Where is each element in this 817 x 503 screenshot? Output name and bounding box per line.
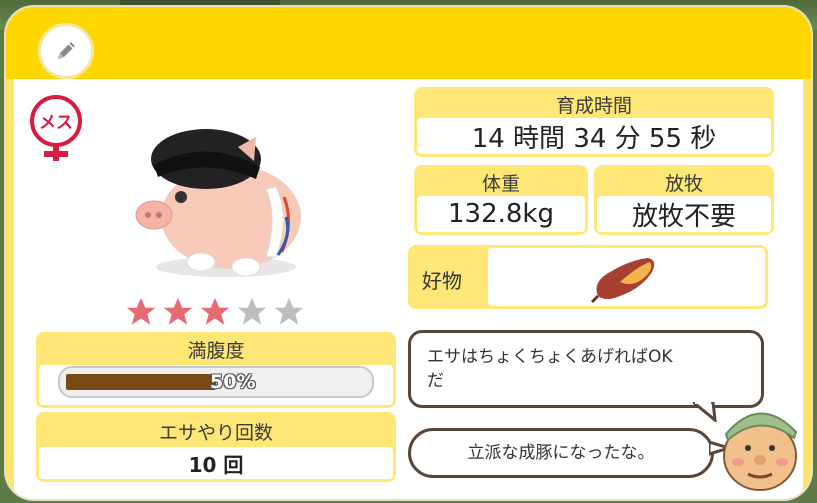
- favorite-food-card: 好物: [408, 245, 768, 309]
- speech-bubble-hint: エサはちょくちょくあげればOK だ: [408, 330, 764, 408]
- edit-name-button[interactable]: [38, 23, 94, 79]
- rating-stars: [124, 295, 306, 329]
- growth-time-label: 育成時間: [555, 95, 632, 117]
- star-empty-icon: [237, 297, 267, 325]
- star-filled-icon: [163, 297, 193, 325]
- fullness-bar: 50%: [58, 366, 374, 398]
- feed-count-value: 10 回: [39, 447, 393, 479]
- star-filled-icon: [200, 297, 230, 325]
- panel-rim-left: [6, 79, 14, 499]
- feed-count-label: エサやり回数: [158, 422, 273, 444]
- feed-count-card: エサやり回数 10 回: [36, 412, 396, 482]
- growth-time-value: 14 時間 34 分 55 秒: [417, 118, 771, 154]
- pig-character-image: [135, 129, 301, 277]
- speech-bubble-comment: 立派な成豚になったな。: [408, 428, 714, 478]
- hint-text: エサはちょくちょくあげればOK だ: [427, 347, 673, 391]
- grazing-value: 放牧不要: [597, 196, 771, 232]
- farmer-avatar-image: [723, 412, 798, 491]
- speech-bubble-tail: [693, 402, 717, 422]
- comment-text: 立派な成豚になったな。: [467, 443, 655, 463]
- star-empty-icon: [274, 297, 304, 325]
- sweet-potato-icon: [590, 258, 655, 304]
- weight-value: 132.8kg: [417, 196, 585, 232]
- pencil-icon: [58, 42, 75, 59]
- star-filled-icon: [126, 297, 156, 325]
- fullness-bar-fill: [66, 374, 216, 390]
- fullness-card: 満腹度 50%: [36, 332, 396, 408]
- weight-card: 体重 132.8kg: [414, 165, 588, 235]
- fullness-label: 満腹度: [187, 340, 245, 362]
- favorite-food-label: 好物: [422, 269, 462, 293]
- panel-header: [6, 7, 811, 79]
- fullness-value: 50%: [210, 371, 256, 393]
- grazing-card: 放牧 放牧不要: [594, 165, 774, 235]
- weight-label: 体重: [481, 173, 520, 195]
- pig-status-panel: メス 満腹度 50% エサやり回数 10 回 育成時間 14 時間 34 分 5…: [6, 7, 811, 499]
- favorite-food-box: [488, 248, 765, 306]
- female-gender-badge: メス: [28, 95, 84, 165]
- gender-label: メス: [39, 113, 73, 133]
- grazing-label: 放牧: [664, 173, 703, 195]
- panel-rim-right: [803, 79, 811, 499]
- growth-time-card: 育成時間 14 時間 34 分 55 秒: [414, 87, 774, 157]
